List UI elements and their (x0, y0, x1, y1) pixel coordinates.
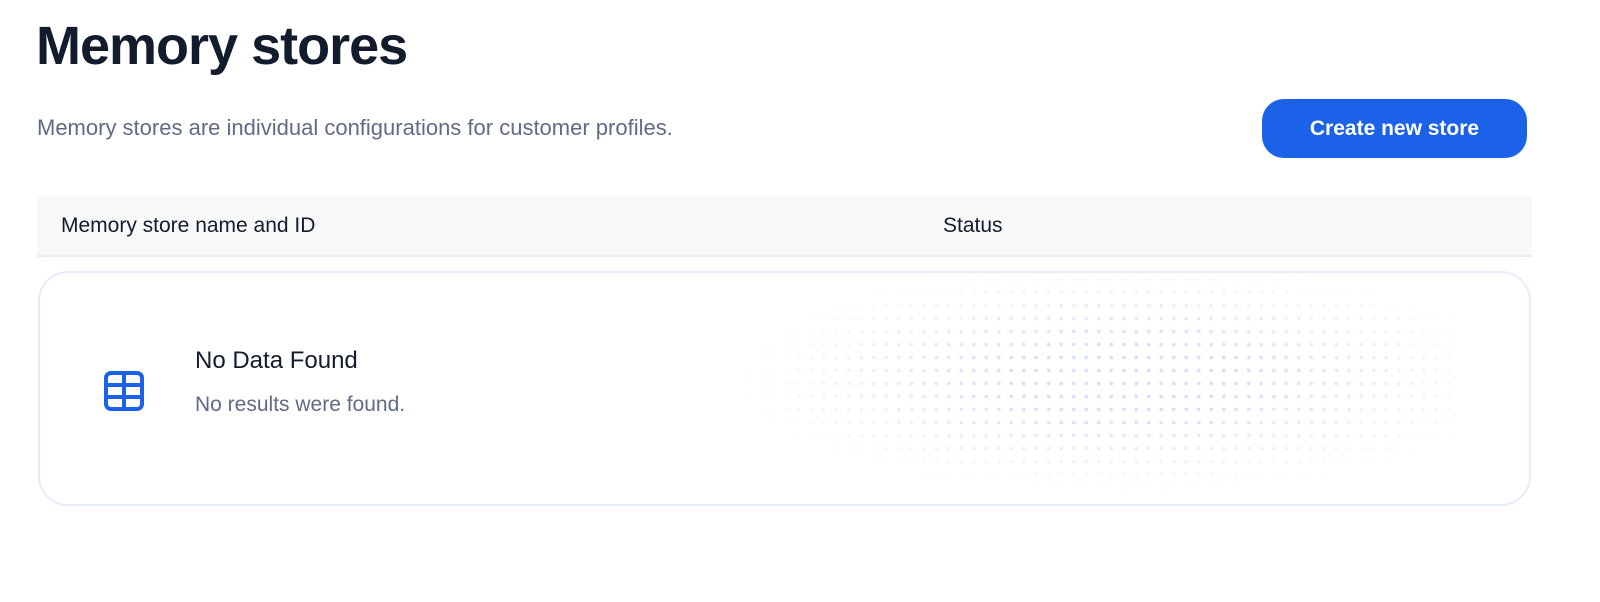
empty-state-title: No Data Found (195, 347, 358, 374)
dot-pattern-decoration (730, 273, 1450, 504)
page-title: Memory stores (36, 16, 408, 76)
table-header: Memory store name and ID Status (37, 195, 1532, 257)
column-header-status[interactable]: Status (943, 195, 1003, 257)
memory-stores-page: Memory stores Memory stores are individu… (0, 0, 1600, 602)
page-description: Memory stores are individual configurati… (37, 115, 673, 140)
empty-state-card: No Data Found No results were found. (38, 271, 1531, 506)
column-header-name-and-id[interactable]: Memory store name and ID (61, 195, 315, 257)
table-icon (103, 370, 145, 412)
create-new-store-button[interactable]: Create new store (1262, 99, 1527, 158)
empty-state-message: No results were found. (195, 393, 406, 416)
